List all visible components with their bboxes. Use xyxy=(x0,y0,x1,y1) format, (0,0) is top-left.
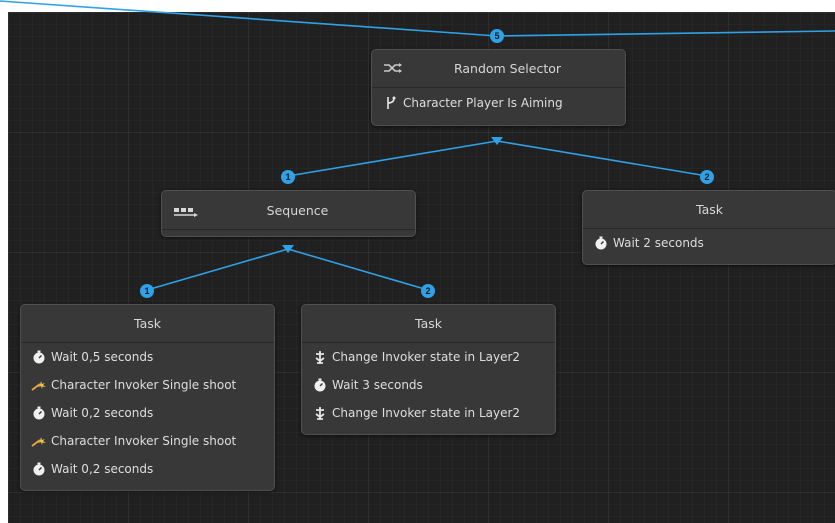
sequence-badge: 1 xyxy=(281,170,295,184)
task-middle-header[interactable]: Task xyxy=(302,305,555,343)
stopwatch-icon xyxy=(312,377,328,393)
task-right-title: Task xyxy=(696,202,723,217)
task-right-badge: 2 xyxy=(700,170,714,184)
stopwatch-icon xyxy=(31,461,47,477)
task-label: Change Invoker state in Layer2 xyxy=(332,406,521,420)
task-label: Wait 0,2 seconds xyxy=(51,406,154,420)
condition-label: Character Player Is Aiming xyxy=(403,96,563,110)
condition-fork-icon xyxy=(383,95,399,111)
task-row[interactable]: Wait 0,2 seconds xyxy=(21,399,274,427)
task-right-header[interactable]: Task xyxy=(583,191,835,229)
sequence-node[interactable]: Sequence xyxy=(161,190,416,237)
state-change-icon xyxy=(312,349,328,365)
task-node-right[interactable]: Task Wait 2 seconds xyxy=(582,190,835,265)
state-change-icon xyxy=(312,405,328,421)
sequence-header[interactable]: Sequence xyxy=(162,191,415,230)
task-label: Wait 0,5 seconds xyxy=(51,350,154,364)
sequence-icon xyxy=(173,206,199,220)
task-node-left[interactable]: Task Wait 0,5 seconds Character Invoker … xyxy=(20,304,275,491)
sequence-title: Sequence xyxy=(266,202,329,218)
random-selector-badge: 5 xyxy=(490,29,504,43)
task-label: Change Invoker state in Layer2 xyxy=(332,350,521,364)
task-left-title: Task xyxy=(134,316,161,331)
task-row[interactable]: Wait 0,2 seconds xyxy=(21,455,274,483)
task-middle-badge: 2 xyxy=(421,284,435,298)
task-row[interactable]: Change Invoker state in Layer2 xyxy=(302,399,555,427)
task-node-middle[interactable]: Task Change Invoker state in Layer2 Wait… xyxy=(301,304,556,435)
task-row[interactable]: Character Invoker Single shoot xyxy=(21,371,274,399)
stopwatch-icon xyxy=(31,405,47,421)
task-left-header[interactable]: Task xyxy=(21,305,274,343)
task-left-badge: 1 xyxy=(140,284,154,298)
shoot-icon xyxy=(31,433,47,449)
task-row[interactable]: Wait 3 seconds xyxy=(302,371,555,399)
stopwatch-icon xyxy=(31,349,47,365)
task-middle-title: Task xyxy=(415,316,442,331)
task-row[interactable]: Character Invoker Single shoot xyxy=(21,427,274,455)
stopwatch-icon xyxy=(593,235,609,251)
condition-row[interactable]: Character Player Is Aiming xyxy=(372,88,625,118)
random-selector-icon xyxy=(383,62,403,77)
random-selector-title: Random Selector xyxy=(453,61,562,76)
task-row[interactable]: Change Invoker state in Layer2 xyxy=(302,343,555,371)
task-row[interactable]: Wait 2 seconds xyxy=(583,229,835,257)
random-selector-node[interactable]: Random Selector Character Player Is Aimi… xyxy=(371,49,626,126)
task-label: Character Invoker Single shoot xyxy=(51,378,237,392)
task-label: Wait 0,2 seconds xyxy=(51,462,154,476)
task-row[interactable]: Wait 0,5 seconds xyxy=(21,343,274,371)
shoot-icon xyxy=(31,377,47,393)
random-selector-header[interactable]: Random Selector xyxy=(372,50,625,88)
task-label: Character Invoker Single shoot xyxy=(51,434,237,448)
task-label: Wait 2 seconds xyxy=(613,236,704,250)
task-label: Wait 3 seconds xyxy=(332,378,423,392)
